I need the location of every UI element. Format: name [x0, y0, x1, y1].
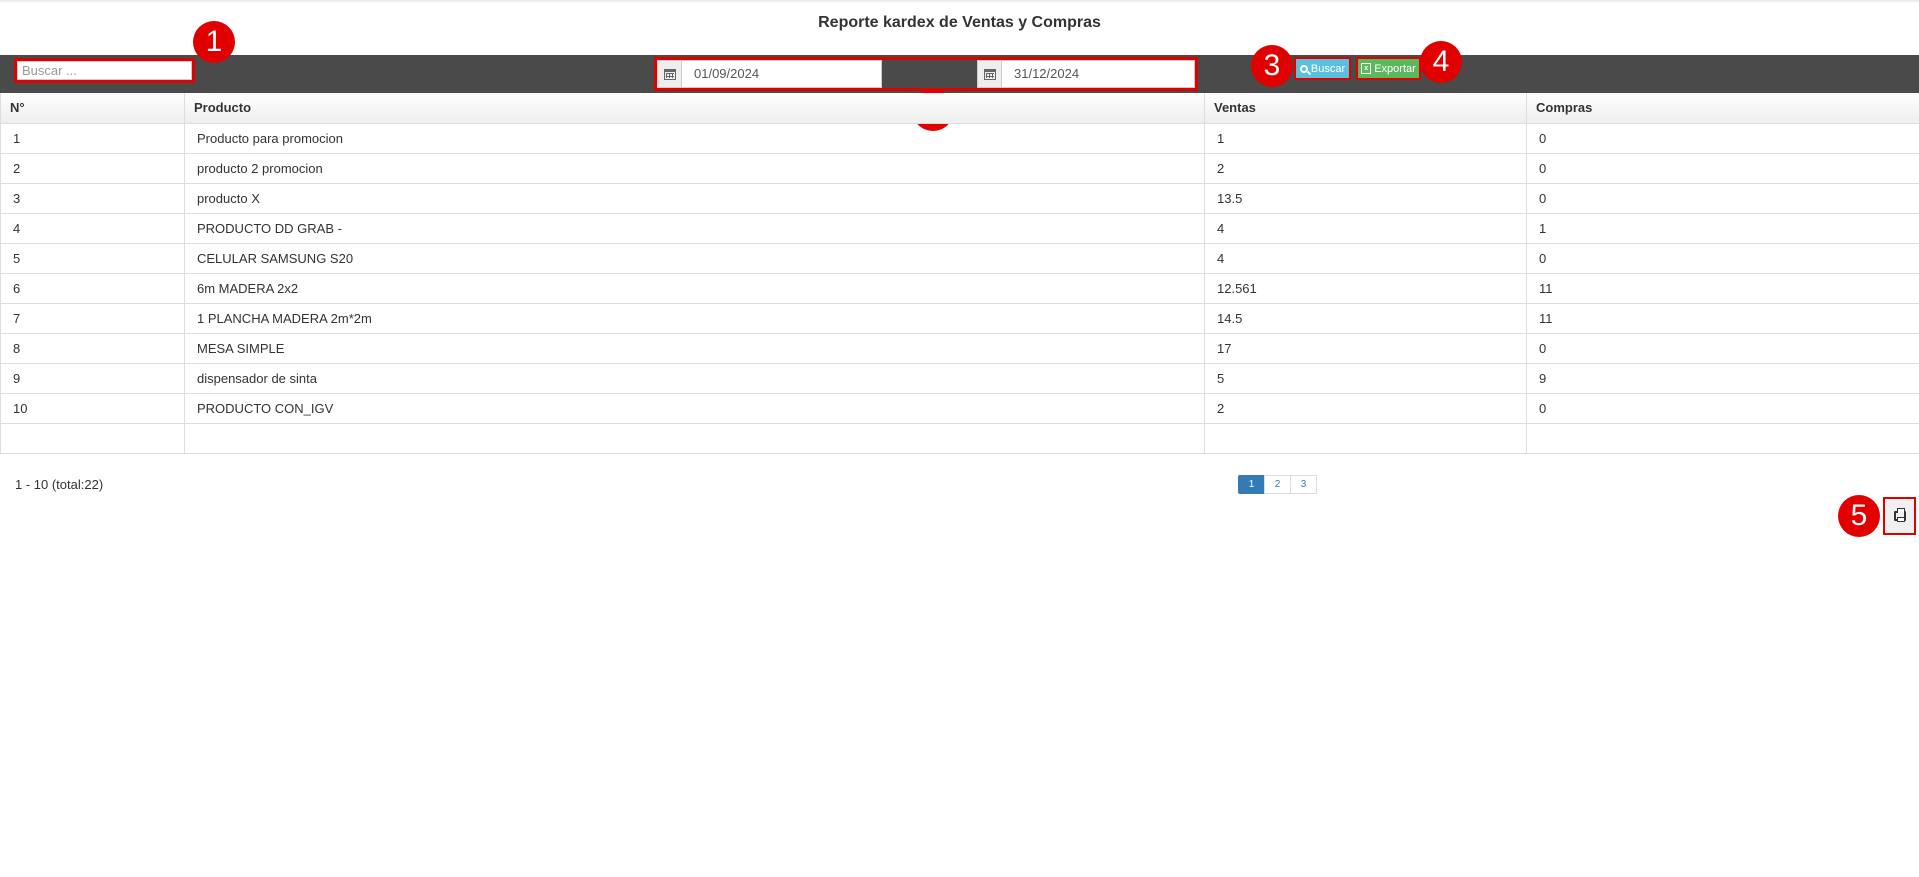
- cell-compras: 0: [1526, 332, 1919, 364]
- cell-ventas: 4: [1204, 242, 1527, 274]
- table-row[interactable]: 6 6m MADERA 2x2 12.561 11: [0, 272, 1919, 304]
- page-2-button[interactable]: 2: [1264, 475, 1291, 494]
- cell-compras: 0: [1526, 182, 1919, 214]
- exportar-button[interactable]: x Exportar: [1356, 57, 1421, 80]
- cell-compras: 1: [1526, 212, 1919, 244]
- marker-1: 1: [193, 21, 235, 63]
- marker-5: 5: [1838, 495, 1880, 537]
- buscar-button[interactable]: Buscar: [1294, 57, 1351, 80]
- search-box: [14, 58, 195, 83]
- end-date-field[interactable]: 31/12/2024: [977, 60, 1195, 88]
- cell-numero: 6: [0, 272, 185, 304]
- pagination: 1 2 3: [1238, 475, 1317, 494]
- page-3-button[interactable]: 3: [1290, 475, 1317, 494]
- table-row[interactable]: 1 Producto para promocion 1 0: [0, 122, 1919, 154]
- cell-numero: 9: [0, 362, 185, 394]
- cell-producto: PRODUCTO CON_IGV: [184, 392, 1205, 424]
- cell-ventas: 1: [1204, 122, 1527, 154]
- table-row[interactable]: 4 PRODUCTO DD GRAB -41: [0, 212, 1919, 244]
- page-title: Reporte kardex de Ventas y Compras: [818, 14, 1101, 31]
- cell-numero: 10: [0, 392, 185, 424]
- cell-ventas: 2: [1204, 152, 1527, 184]
- cell-compras: 9: [1526, 362, 1919, 394]
- cell-ventas: 13.5: [1204, 182, 1527, 214]
- cell-producto: dispensador de sinta: [184, 362, 1205, 394]
- calendar-icon[interactable]: [977, 60, 1002, 88]
- cell-compras: 0: [1526, 392, 1919, 424]
- cell-producto: Producto para promocion: [184, 122, 1205, 154]
- cell-compras: 0: [1526, 242, 1919, 274]
- search-input[interactable]: [17, 61, 192, 80]
- cell-ventas: 4: [1204, 212, 1527, 244]
- cell-producto: 1 PLANCHA MADERA 2m*2m: [184, 302, 1205, 334]
- cell-numero: 7: [0, 302, 185, 334]
- table-row[interactable]: 8 MESA SIMPLE 17 0: [0, 332, 1919, 364]
- cell-producto: PRODUCTO DD GRAB -: [184, 212, 1205, 244]
- cell-ventas: 2: [1204, 392, 1527, 424]
- cell-compras: 11: [1526, 272, 1919, 304]
- search-icon: [1299, 64, 1308, 73]
- header-numero[interactable]: N°: [0, 93, 185, 124]
- cell-producto: MESA SIMPLE: [184, 332, 1205, 364]
- start-date-field[interactable]: 01/09/2024: [657, 60, 882, 88]
- date-range-group: 01/09/2024 31/12/2024: [654, 57, 1198, 91]
- top-shadow: [0, 0, 1919, 3]
- table-row[interactable]: 10 PRODUCTO CON_IGV 2 0: [0, 392, 1919, 424]
- table-row[interactable]: 3 producto X 13.5 0: [0, 182, 1919, 214]
- page-1-button[interactable]: 1: [1238, 475, 1265, 494]
- cell-producto: producto 2 promocion: [184, 152, 1205, 184]
- cell-compras: 0: [1526, 152, 1919, 184]
- cell-numero: 2: [0, 152, 185, 184]
- marker-3: 3: [1251, 45, 1293, 87]
- print-button[interactable]: [1883, 497, 1916, 535]
- cell-producto: producto X: [184, 182, 1205, 214]
- end-date-value[interactable]: 31/12/2024: [1002, 60, 1195, 88]
- calendar-icon[interactable]: [657, 60, 682, 88]
- table-row[interactable]: 9 dispensador de sinta 5 9: [0, 362, 1919, 394]
- cell-numero: 5: [0, 242, 185, 274]
- cell-numero: 8: [0, 332, 185, 364]
- cell-numero: 3: [0, 182, 185, 214]
- cell-compras: 11: [1526, 302, 1919, 334]
- table-header-row: N° Producto Ventas Compras: [0, 93, 1919, 124]
- printer-icon: [1893, 508, 1906, 522]
- cell-numero: 4: [0, 212, 185, 244]
- header-ventas[interactable]: Ventas: [1204, 93, 1527, 124]
- table-row[interactable]: 2 producto 2 promocion 2 0: [0, 152, 1919, 184]
- cell-compras: 0: [1526, 122, 1919, 154]
- kardex-table: N° Producto Ventas Compras 1 Producto par…: [0, 93, 1919, 454]
- cell-ventas: 17: [1204, 332, 1527, 364]
- header-compras[interactable]: Compras: [1526, 93, 1919, 124]
- cell-ventas: 12.561: [1204, 272, 1527, 304]
- pagination-info: 1 - 10 (total:22): [15, 477, 104, 492]
- cell-ventas: 5: [1204, 362, 1527, 394]
- exportar-label: Exportar: [1374, 62, 1416, 75]
- cell-producto: CELULAR SAMSUNG S20: [184, 242, 1205, 274]
- header-producto[interactable]: Producto: [184, 93, 1205, 124]
- cell-numero: 1: [0, 122, 185, 154]
- table-row[interactable]: 71 PLANCHA MADERA 2m*2m 14.5 11: [0, 302, 1919, 334]
- buscar-label: Buscar: [1310, 62, 1346, 75]
- table-row[interactable]: 5 CELULAR SAMSUNG S20 4 0: [0, 242, 1919, 274]
- excel-icon: x: [1361, 63, 1372, 74]
- cell-ventas: 14.5: [1204, 302, 1527, 334]
- start-date-value[interactable]: 01/09/2024: [682, 60, 882, 88]
- empty-row: [0, 422, 1919, 454]
- cell-producto: 6m MADERA 2x2: [184, 272, 1205, 304]
- marker-4: 4: [1420, 41, 1462, 83]
